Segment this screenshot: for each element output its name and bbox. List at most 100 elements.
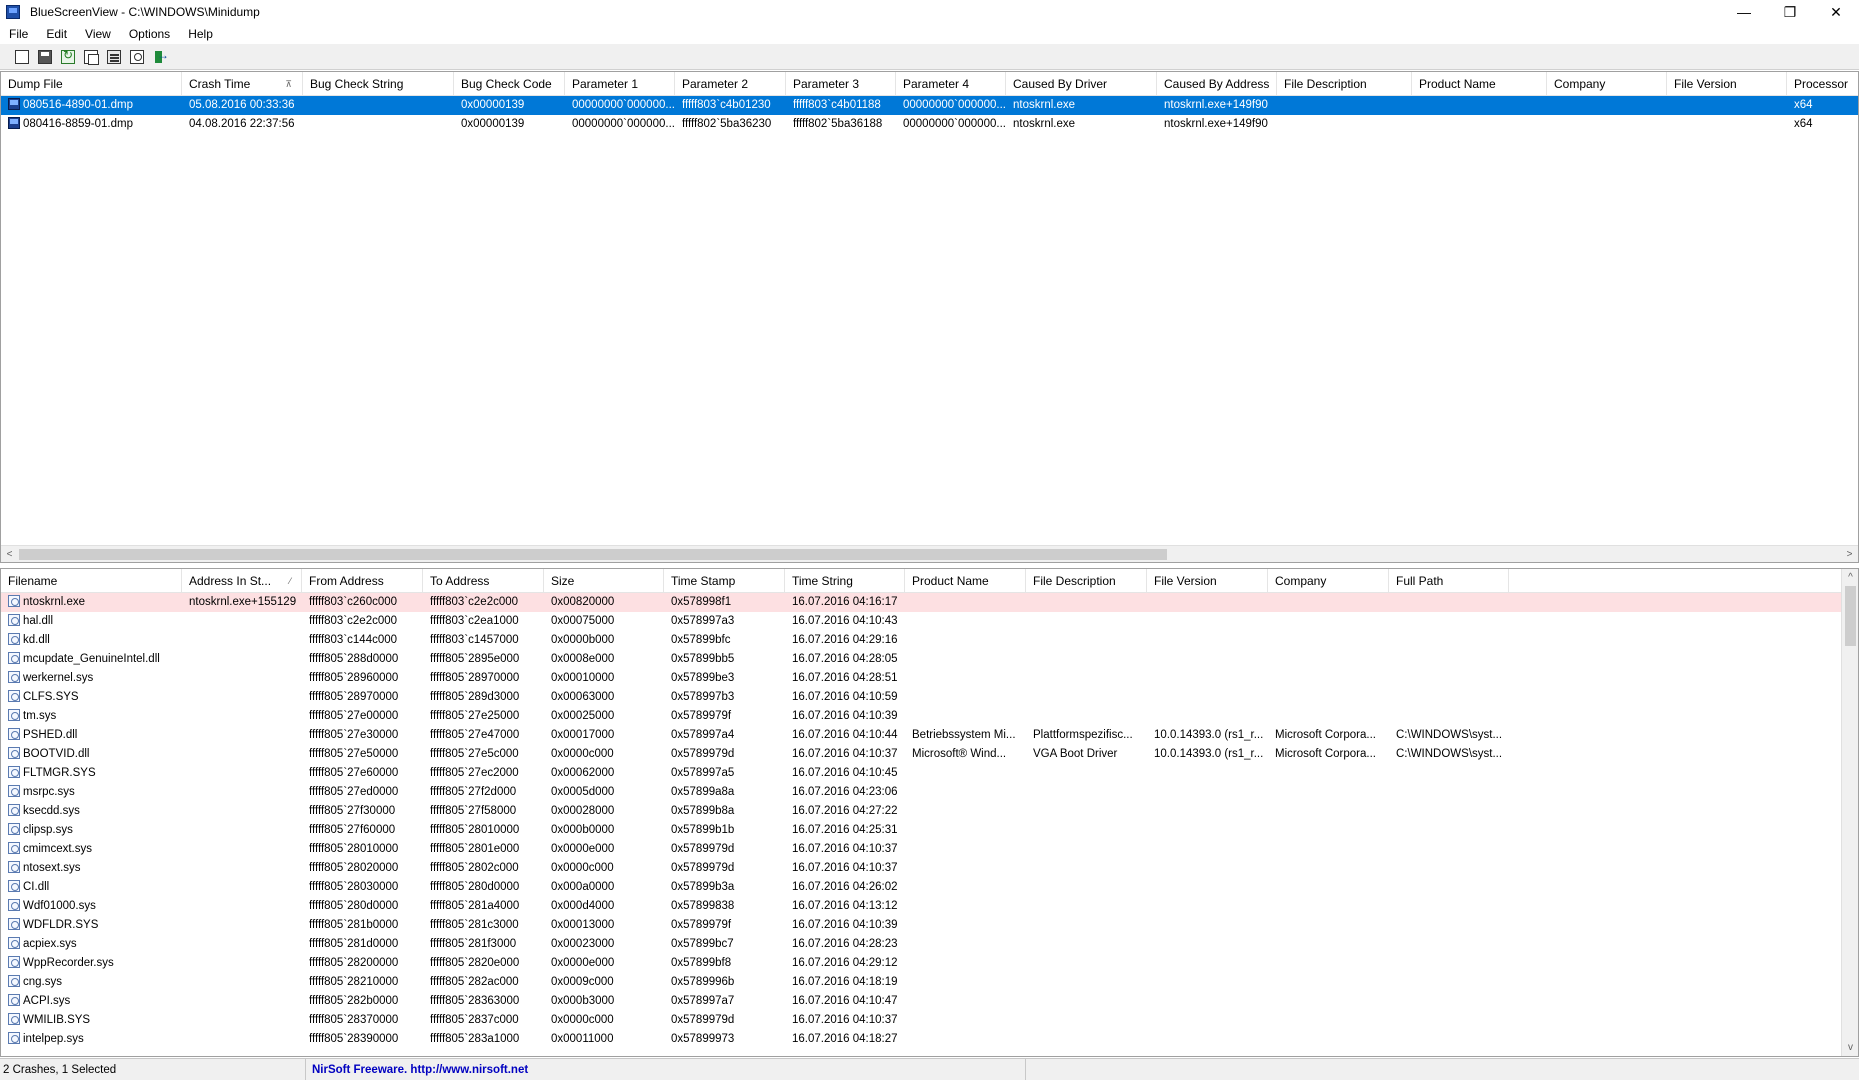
column-header-size[interactable]: Size: [544, 569, 664, 593]
refresh-button[interactable]: [58, 47, 78, 67]
table-row[interactable]: WppRecorder.sys fffff805`28200000 fffff805…: [1, 954, 1858, 973]
cell-file-version: [1147, 764, 1268, 783]
column-header-label: Time String: [792, 574, 853, 588]
save-button[interactable]: [35, 47, 55, 67]
cell-address-in-st: [182, 973, 302, 992]
table-row[interactable]: clipsp.sys fffff805`27f60000 fffff805`2801…: [1, 821, 1858, 840]
column-header-caused-by-driver[interactable]: Caused By Driver: [1006, 72, 1157, 96]
cell-from-address: fffff805`281b0000: [309, 919, 399, 931]
column-header-bug-check-string[interactable]: Bug Check String: [303, 72, 454, 96]
cell-full-path: [1389, 612, 1509, 631]
restore-button[interactable]: ❐: [1767, 0, 1813, 24]
column-header-time-stamp[interactable]: Time Stamp: [664, 569, 785, 593]
crash-list-hscrollbar[interactable]: < >: [1, 545, 1858, 562]
column-header-parameter-4[interactable]: Parameter 4: [896, 72, 1006, 96]
table-row[interactable]: ntoskrnl.exe ntoskrnl.exe+155129 fffff803`…: [1, 593, 1858, 612]
table-row[interactable]: 080516-4890-01.dmp 05.08.2016 00:33:36 0x0…: [1, 96, 1858, 115]
module-list-vscrollbar[interactable]: ^ v: [1841, 569, 1858, 1056]
table-row[interactable]: Wdf01000.sys fffff805`280d0000 fffff805`28…: [1, 897, 1858, 916]
menu-help[interactable]: Help: [179, 24, 222, 44]
module-file-icon: [8, 728, 20, 740]
cell-file-version: [1147, 973, 1268, 992]
html-report-button[interactable]: [12, 47, 32, 67]
copy-button[interactable]: [81, 47, 101, 67]
cell-company: Microsoft Corpora...: [1275, 729, 1376, 741]
column-header-filename[interactable]: Filename: [1, 569, 182, 593]
table-row[interactable]: BOOTVID.dll fffff805`27e50000 fffff805`27e…: [1, 745, 1858, 764]
column-header-product-name[interactable]: Product Name: [905, 569, 1026, 593]
table-row[interactable]: acpiex.sys fffff805`281d0000 fffff805`281f…: [1, 935, 1858, 954]
table-row[interactable]: hal.dll fffff803`c2e2c000 fffff803`c2ea100…: [1, 612, 1858, 631]
table-row[interactable]: cng.sys fffff805`28210000 fffff805`282ac00…: [1, 973, 1858, 992]
column-header-parameter-2[interactable]: Parameter 2: [675, 72, 786, 96]
table-row[interactable]: mcupdate_GenuineIntel.dll fffff805`288d00…: [1, 650, 1858, 669]
column-header-to-address[interactable]: To Address: [423, 569, 544, 593]
column-header-full-path[interactable]: Full Path: [1389, 569, 1509, 593]
scroll-down-icon[interactable]: v: [1842, 1039, 1858, 1056]
vscroll-thumb[interactable]: [1845, 586, 1856, 646]
cell-from-address: fffff805`28390000: [309, 1033, 399, 1045]
scroll-left-icon[interactable]: <: [1, 546, 18, 562]
minimize-button[interactable]: —: [1721, 0, 1767, 24]
cell-from-address: fffff805`28370000: [309, 1014, 399, 1026]
table-row[interactable]: WDFLDR.SYS fffff805`281b0000 fffff805`281c…: [1, 916, 1858, 935]
module-file-icon: [8, 842, 20, 854]
cell-company: [1268, 1030, 1389, 1049]
table-row[interactable]: werkernel.sys fffff805`28960000 fffff805`2…: [1, 669, 1858, 688]
column-header-file-description[interactable]: File Description: [1026, 569, 1147, 593]
table-row[interactable]: ksecdd.sys fffff805`27f30000 fffff805`27f5…: [1, 802, 1858, 821]
scroll-right-icon[interactable]: >: [1841, 546, 1858, 562]
cell-full-path: [1389, 973, 1509, 992]
properties-button[interactable]: [104, 47, 124, 67]
crash-list-header: Dump File Crash Time ⊼ Bug Check String Bug …: [1, 72, 1858, 96]
table-row[interactable]: CLFS.SYS fffff805`28970000 fffff805`289d30…: [1, 688, 1858, 707]
cell-size: 0x00025000: [551, 710, 615, 722]
menu-edit[interactable]: Edit: [37, 24, 76, 44]
column-header-parameter-1[interactable]: Parameter 1: [565, 72, 675, 96]
scroll-up-icon[interactable]: ^: [1842, 569, 1858, 586]
close-button[interactable]: ✕: [1813, 0, 1859, 24]
table-row[interactable]: cmimcext.sys fffff805`28010000 fffff805`28…: [1, 840, 1858, 859]
cell-time-stamp: 0x5789979f: [671, 710, 732, 722]
menu-file[interactable]: File: [0, 24, 37, 44]
nirsoft-link[interactable]: NirSoft Freeware. http://www.nirsoft.net: [306, 1058, 1026, 1080]
column-header-parameter-3[interactable]: Parameter 3: [786, 72, 896, 96]
find-button[interactable]: [127, 47, 147, 67]
table-row[interactable]: ACPI.sys fffff805`282b0000 fffff805`283630…: [1, 992, 1858, 1011]
column-header-processor[interactable]: Processor: [1787, 72, 1858, 96]
table-row[interactable]: intelpep.sys fffff805`28390000 fffff805`28…: [1, 1030, 1858, 1049]
column-header-dump-file[interactable]: Dump File: [1, 72, 182, 96]
column-header-company[interactable]: Company: [1547, 72, 1667, 96]
cell-product-name: [905, 821, 1026, 840]
column-header-file-description[interactable]: File Description: [1277, 72, 1412, 96]
table-row[interactable]: WMILIB.SYS fffff805`28370000 fffff805`2837…: [1, 1011, 1858, 1030]
column-header-company[interactable]: Company: [1268, 569, 1389, 593]
table-row[interactable]: kd.dll fffff803`c144c000 fffff803`c1457000…: [1, 631, 1858, 650]
column-header-address-in-st[interactable]: Address In St... ⁄: [182, 569, 302, 593]
column-header-from-address[interactable]: From Address: [302, 569, 423, 593]
table-row[interactable]: 080416-8859-01.dmp 04.08.2016 22:37:56 0x0…: [1, 115, 1858, 134]
column-header-time-string[interactable]: Time String: [785, 569, 905, 593]
cell-time-stamp: 0x57899838: [671, 900, 735, 912]
column-header-caused-by-address[interactable]: Caused By Address: [1157, 72, 1277, 96]
column-header-file-version[interactable]: File Version: [1147, 569, 1268, 593]
cell-file-description: [1026, 878, 1147, 897]
cell-full-path: [1389, 764, 1509, 783]
module-file-icon: [8, 709, 20, 721]
column-header-product-name[interactable]: Product Name: [1412, 72, 1547, 96]
table-row[interactable]: PSHED.dll fffff805`27e30000 fffff805`27e47…: [1, 726, 1858, 745]
table-row[interactable]: ntosext.sys fffff805`28020000 fffff805`280…: [1, 859, 1858, 878]
column-header-file-version[interactable]: File Version: [1667, 72, 1787, 96]
table-row[interactable]: CI.dll fffff805`28030000 fffff805`280d0000…: [1, 878, 1858, 897]
table-row[interactable]: msrpc.sys fffff805`27ed0000 fffff805`27f2d…: [1, 783, 1858, 802]
cell-file-description: [1026, 631, 1147, 650]
menu-options[interactable]: Options: [120, 24, 179, 44]
column-header-crash-time[interactable]: Crash Time ⊼: [182, 72, 303, 96]
table-row[interactable]: tm.sys fffff805`27e00000 fffff805`27e25000…: [1, 707, 1858, 726]
menu-view[interactable]: View: [76, 24, 120, 44]
column-header-bug-check-code[interactable]: Bug Check Code: [454, 72, 565, 96]
exit-button[interactable]: [150, 47, 170, 67]
cell-size: 0x000b3000: [551, 995, 615, 1007]
hscroll-thumb[interactable]: [19, 549, 1167, 560]
table-row[interactable]: FLTMGR.SYS fffff805`27e60000 fffff805`27ec…: [1, 764, 1858, 783]
